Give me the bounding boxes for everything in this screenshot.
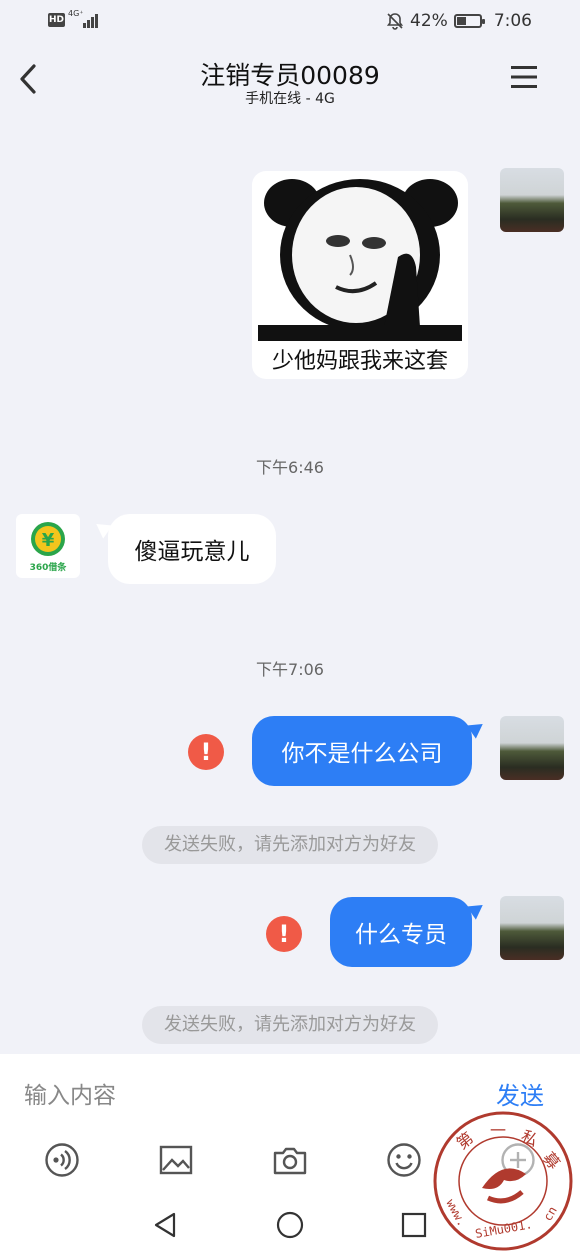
watermark-seal: 第 一 私 募 www. SiMu001. cn <box>432 1110 574 1252</box>
mute-bell-icon <box>386 13 404 30</box>
my-avatar[interactable] <box>500 168 564 232</box>
svg-text:¥: ¥ <box>42 530 55 551</box>
send-failed-icon[interactable]: ! <box>188 734 224 770</box>
signal-icon <box>83 14 98 28</box>
send-failed-notice: 发送失败，请先添加对方为好友 <box>142 1006 438 1044</box>
contact-logo-text: 360借条 <box>29 563 67 573</box>
incoming-message-bubble[interactable]: 傻逼玩意儿 <box>108 514 276 584</box>
nav-back-icon[interactable] <box>152 1211 180 1239</box>
timestamp: 下午6:46 <box>256 458 324 477</box>
my-avatar[interactable] <box>500 716 564 780</box>
timestamp: 下午7:06 <box>256 660 324 679</box>
emoji-icon[interactable] <box>386 1142 422 1178</box>
voice-icon[interactable] <box>44 1142 80 1178</box>
watermark-logo: 第 一 私 募 www. SiMu001. cn <box>433 1111 573 1251</box>
send-failed-notice: 发送失败，请先添加对方为好友 <box>142 826 438 864</box>
send-failed-icon[interactable]: ! <box>266 916 302 952</box>
svg-text:一: 一 <box>490 1121 506 1140</box>
nav-recents-icon[interactable] <box>400 1211 428 1239</box>
chat-subtitle: 手机在线 - 4G <box>245 91 335 107</box>
camera-icon[interactable] <box>272 1142 308 1178</box>
chat-title: 注销专员00089 <box>200 61 380 90</box>
battery-icon <box>453 14 485 28</box>
nav-home-icon[interactable] <box>276 1211 304 1239</box>
message-input[interactable]: 输入内容 <box>24 1076 116 1110</box>
panda-meme-image <box>258 179 462 341</box>
hamburger-menu-icon[interactable] <box>510 64 540 90</box>
status-right: 42% 7:06 <box>386 11 532 31</box>
outgoing-message-bubble[interactable]: 你不是什么公司 <box>252 716 472 786</box>
clock: 7:06 <box>493 11 532 31</box>
image-icon[interactable] <box>158 1142 194 1178</box>
status-bar: HD 4G⁺ 42% 7:06 <box>0 0 580 44</box>
battery-percent: 42% <box>410 11 448 31</box>
hd-badge: HD <box>48 13 65 27</box>
sticker-caption: 少他妈跟我来这套 <box>271 349 448 374</box>
sticker-message[interactable]: 少他妈跟我来这套 <box>252 171 468 379</box>
outgoing-message-bubble[interactable]: 什么专员 <box>330 897 472 967</box>
send-button[interactable]: 发送 <box>496 1076 544 1111</box>
contact-avatar[interactable]: ¥ 360借条 <box>16 514 80 578</box>
my-avatar[interactable] <box>500 896 564 960</box>
